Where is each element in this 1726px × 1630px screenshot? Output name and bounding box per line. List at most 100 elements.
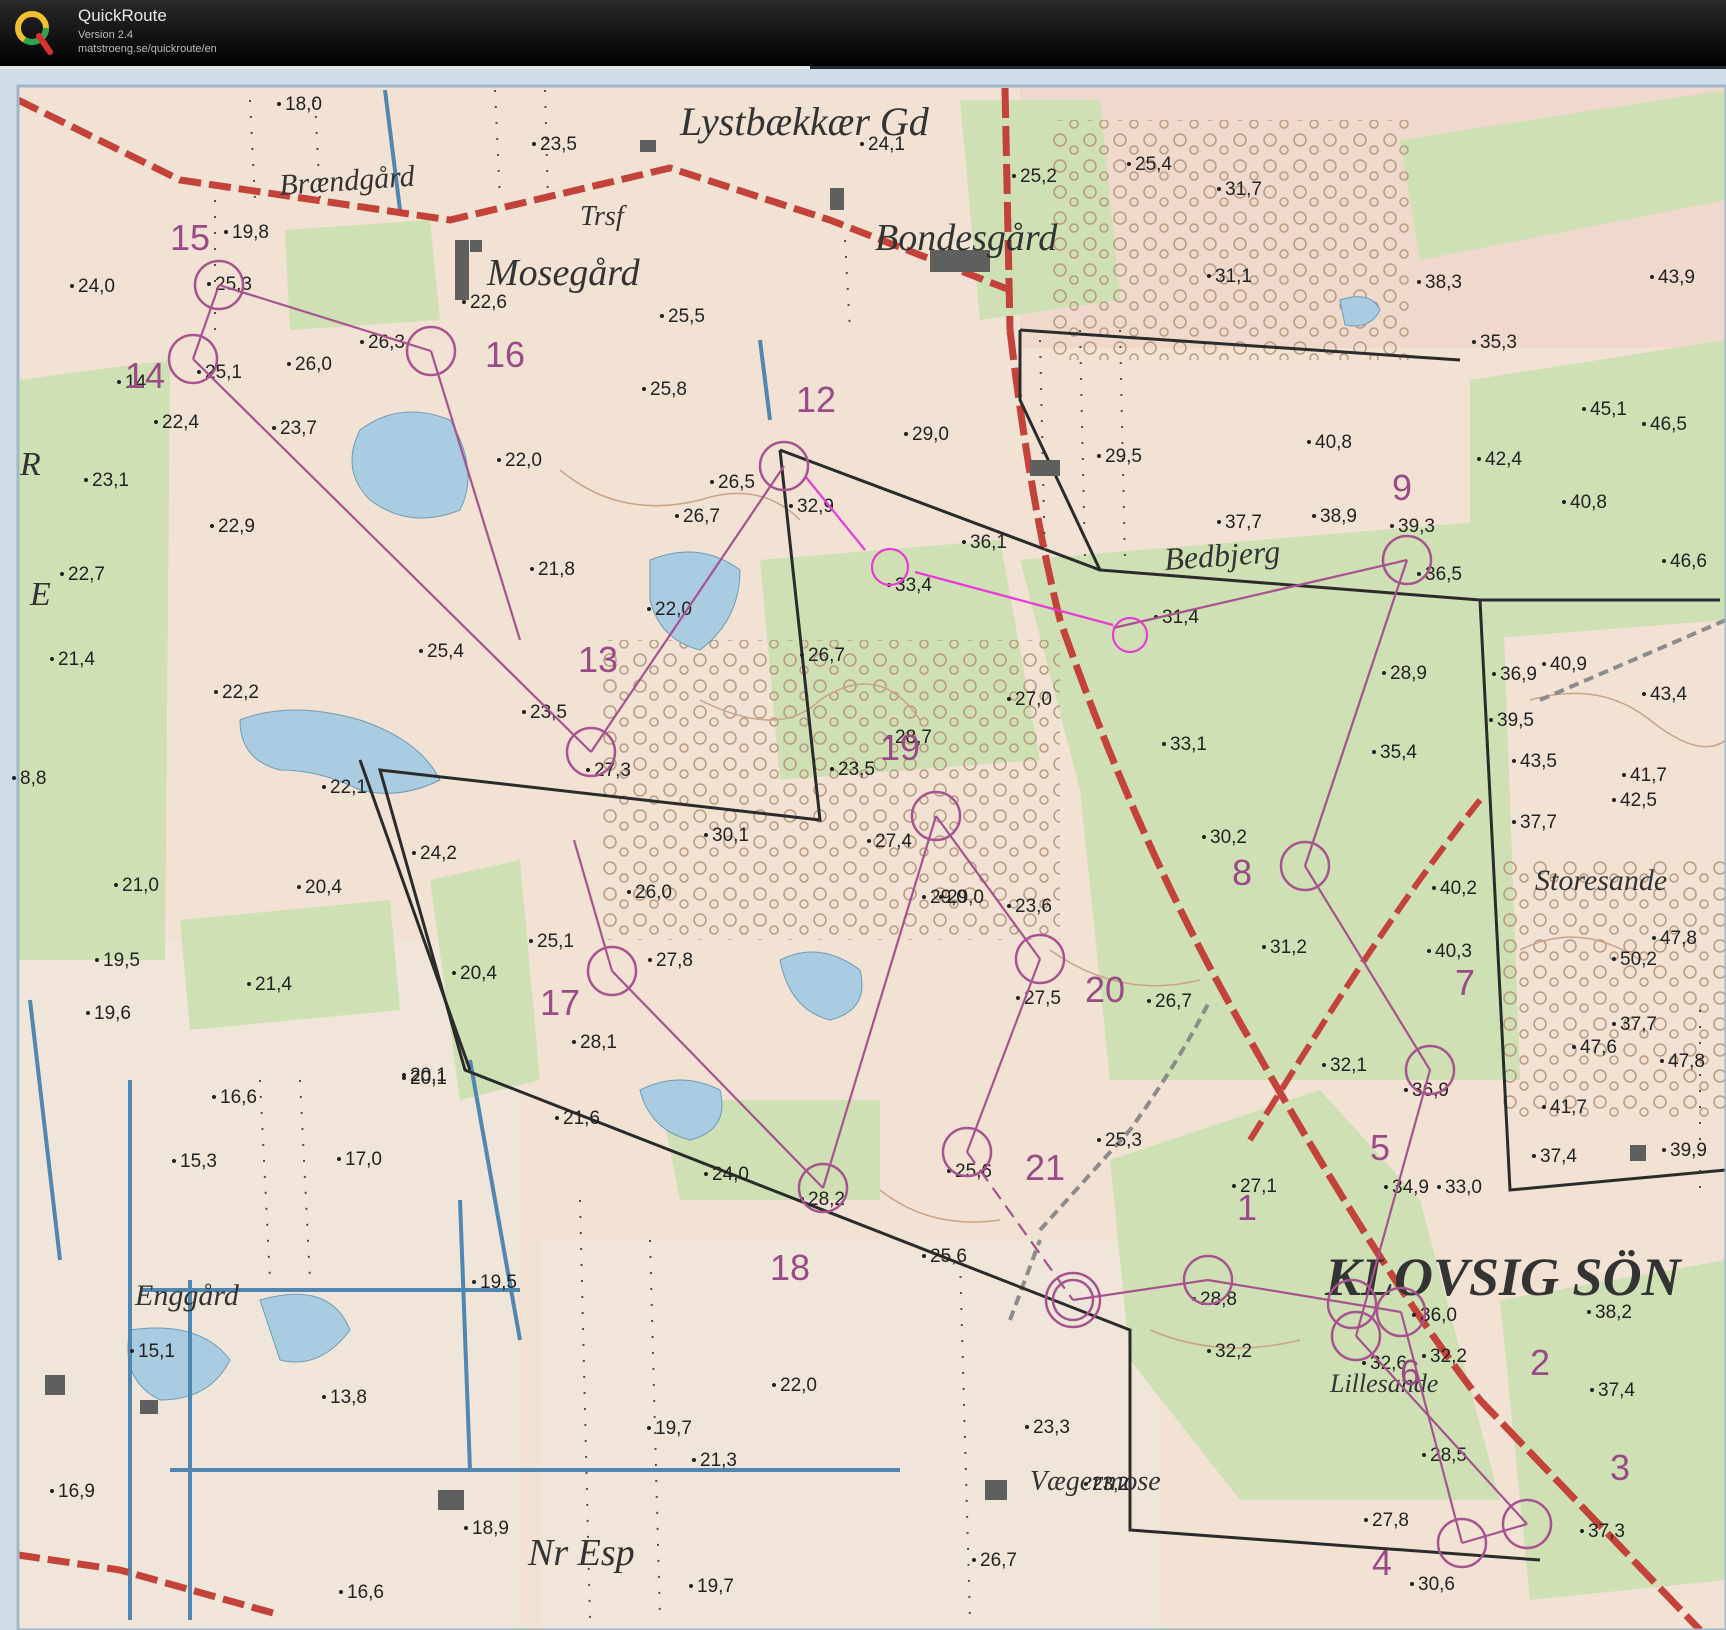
spot-height-dot (800, 653, 804, 657)
control-label: 1 (1237, 1187, 1257, 1228)
spot-height-dot (1364, 1518, 1368, 1522)
spot-height-label: 25,1 (537, 931, 574, 952)
spot-height-dot (1097, 1138, 1101, 1142)
spot-height-dot (1492, 672, 1496, 676)
spot-height-label: 25,4 (427, 641, 464, 662)
spot-height-dot (12, 776, 16, 780)
spot-height-dot (1572, 1045, 1576, 1049)
spot-height-dot (1162, 742, 1166, 746)
spot-height-label: 21,3 (700, 1450, 737, 1471)
spot-height-label: 22,4 (162, 412, 199, 433)
spot-height-dot (214, 690, 218, 694)
spot-height-label: 40,9 (1550, 654, 1587, 675)
spot-height-dot (1307, 440, 1311, 444)
spot-height-dot (1432, 886, 1436, 890)
spot-height-label: 26,7 (1155, 991, 1192, 1012)
spot-height-dot (1322, 1063, 1326, 1067)
spot-height-dot (1232, 1184, 1236, 1188)
spot-height-label: 27,5 (1024, 988, 1061, 1009)
spot-height-label: 43,4 (1650, 684, 1687, 705)
spot-height-label: 8,8 (20, 768, 46, 789)
spot-height-label: 22,0 (780, 1375, 817, 1396)
spot-height-dot (1207, 274, 1211, 278)
spot-height-label: 26,0 (295, 354, 332, 375)
spot-height-label: 30,6 (1418, 1574, 1455, 1595)
spot-height-dot (207, 282, 211, 286)
spot-height-label: 35,4 (1380, 742, 1417, 763)
spot-height-dot (586, 768, 590, 772)
spot-height-dot (572, 1040, 576, 1044)
spot-height-dot (472, 1280, 476, 1284)
spot-height-label: 27,8 (1372, 1510, 1409, 1531)
place-name: Bondesgård (875, 217, 1058, 259)
spot-height-dot (1652, 936, 1656, 940)
spot-height-dot (1207, 1349, 1211, 1353)
spot-height-label: 36,9 (1500, 664, 1537, 685)
spot-height-label: 26,5 (718, 472, 755, 493)
spot-height-label: 23,5 (530, 702, 567, 723)
spot-height-dot (1404, 1088, 1408, 1092)
spot-height-dot (532, 142, 536, 146)
spot-height-label: 18,9 (472, 1518, 509, 1539)
spot-height-dot (522, 710, 526, 714)
place-name: Nr Esp (527, 1532, 635, 1574)
spot-height-label: 40,3 (1435, 941, 1472, 962)
spot-height-dot (962, 540, 966, 544)
spot-height-label: 37,3 (1588, 1521, 1625, 1542)
spot-height-label: 31,1 (1215, 266, 1252, 287)
spot-height-label: 31,7 (1225, 179, 1262, 200)
spot-height-label: 28,1 (580, 1032, 617, 1053)
spot-height-label: 26,3 (368, 332, 405, 353)
spot-height-dot (704, 833, 708, 837)
spot-height-dot (789, 504, 793, 508)
spot-height-label: 38,9 (1320, 506, 1357, 527)
spot-height-dot (84, 478, 88, 482)
spot-height-dot (1217, 187, 1221, 191)
place-name: Enggård (134, 1279, 240, 1312)
spot-height-dot (117, 380, 121, 384)
spot-height-dot (922, 1254, 926, 1258)
spot-height-label: 21,8 (538, 559, 575, 580)
control-label: 4 (1372, 1542, 1392, 1583)
spot-height-dot (287, 362, 291, 366)
spot-height-dot (1542, 1105, 1546, 1109)
spot-height-dot (1025, 1425, 1029, 1429)
spot-height-dot (1084, 1482, 1088, 1486)
control-label: 13 (578, 639, 618, 680)
spot-height-dot (1417, 572, 1421, 576)
spot-height-dot (1012, 174, 1016, 178)
app-name: QuickRoute (78, 6, 167, 25)
spot-height-dot (1590, 1388, 1594, 1392)
spot-height-label: 23,2 (1092, 1474, 1129, 1495)
spot-height-dot (530, 567, 534, 571)
spot-height-label: 16,6 (220, 1087, 257, 1108)
spot-height-label: 28,5 (1430, 1445, 1467, 1466)
spot-height-dot (114, 883, 118, 887)
spot-height-label: 13,8 (330, 1387, 367, 1408)
control-label: 8 (1232, 852, 1252, 893)
orienteering-map[interactable]: Lystbækkær Gd Brændgård Trsf Mosegård Bo… (0, 69, 1726, 1630)
spot-height-dot (922, 895, 926, 899)
spot-height-label: 19,7 (697, 1576, 734, 1597)
spot-height-label: 43,9 (1658, 267, 1695, 288)
spot-height-label: 23,5 (540, 134, 577, 155)
spot-height-dot (648, 958, 652, 962)
spot-height-label: 22,9 (218, 516, 255, 537)
spot-height-dot (642, 387, 646, 391)
spot-height-dot (1437, 1185, 1441, 1189)
spot-height-dot (1007, 904, 1011, 908)
spot-height-label: 22,7 (68, 564, 105, 585)
spot-height-dot (212, 1095, 216, 1099)
spot-height-label: 39,5 (1497, 710, 1534, 731)
spot-height-label: 17,0 (345, 1149, 382, 1170)
spot-height-dot (1390, 524, 1394, 528)
control-label: 21 (1025, 1147, 1065, 1188)
spot-height-label: 39,9 (1670, 1140, 1707, 1161)
spot-height-dot (1650, 275, 1654, 279)
spot-height-dot (1202, 835, 1206, 839)
spot-height-dot (172, 1159, 176, 1163)
control-label: 20 (1085, 969, 1125, 1010)
spot-height-dot (1612, 798, 1616, 802)
spot-height-label: 39,3 (1398, 516, 1435, 537)
spot-height-label: 22,1 (330, 777, 367, 798)
